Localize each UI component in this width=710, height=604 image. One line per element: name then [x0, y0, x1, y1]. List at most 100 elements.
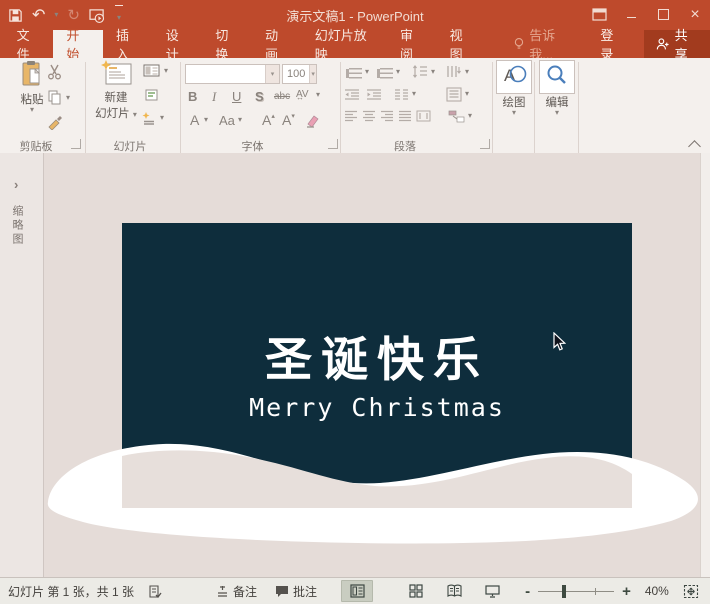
paragraph-dialog-launcher-icon[interactable]: [480, 139, 490, 149]
font-size-dropdown-icon[interactable]: ▾: [309, 65, 316, 83]
font-color-dropdown-icon[interactable]: ▾: [204, 117, 208, 123]
line-spacing-icon[interactable]: [412, 64, 428, 79]
justify-icon[interactable]: [398, 110, 412, 122]
zoom-out-button[interactable]: -: [525, 583, 530, 600]
slideshow-view-button[interactable]: [477, 581, 507, 601]
font-size-combobox[interactable]: 100 ▾: [282, 64, 317, 84]
columns-icon[interactable]: [394, 88, 409, 101]
font-color-button[interactable]: A: [190, 112, 199, 128]
normal-view-button[interactable]: [341, 580, 373, 602]
zoom-slider-center-tick: [595, 588, 596, 595]
tab-insert[interactable]: 插入: [103, 30, 153, 58]
grow-font-button[interactable]: A▴: [262, 112, 275, 128]
slide-indicator[interactable]: 幻灯片 第 1 张，共 1 张: [8, 583, 134, 600]
ribbon-tab-row: 文件 开始 插入 设计 切换 动画 幻灯片放映 审阅 视图 告诉我... 登录 …: [0, 30, 710, 58]
clipboard-dialog-launcher-icon[interactable]: [71, 139, 81, 149]
bold-button[interactable]: B: [188, 89, 197, 104]
drawing-icon: A: [499, 61, 529, 89]
copy-dropdown-icon[interactable]: ▾: [66, 95, 70, 101]
spellcheck-icon[interactable]: [148, 584, 162, 599]
slide-subtitle-text[interactable]: Merry Christmas: [122, 393, 632, 422]
tab-view[interactable]: 视图: [437, 30, 487, 58]
align-text-icon[interactable]: [446, 87, 462, 102]
bullets-dropdown-icon[interactable]: ▾: [365, 69, 369, 75]
zoom-level[interactable]: 40%: [645, 584, 669, 598]
strikethrough-button[interactable]: abc: [274, 91, 290, 102]
section-icon[interactable]: [142, 111, 156, 125]
zoom-slider-thumb[interactable]: [562, 585, 566, 598]
format-painter-icon[interactable]: [47, 114, 63, 130]
vertical-scrollbar[interactable]: [700, 153, 710, 577]
align-text-dropdown-icon[interactable]: ▾: [465, 91, 469, 97]
distribute-columns-icon[interactable]: [416, 110, 431, 122]
ribbon: 粘贴 ▾ ▾ 剪贴板 新建 幻灯片 ▾ ▾: [0, 58, 710, 154]
tab-slideshow[interactable]: 幻灯片放映: [302, 30, 387, 58]
share-button[interactable]: 共享: [644, 30, 710, 58]
drawing-button[interactable]: A 绘图 ▾: [494, 60, 534, 116]
close-button[interactable]: ×: [686, 6, 704, 24]
numbering-icon[interactable]: [376, 66, 393, 84]
text-direction-dropdown-icon[interactable]: ▾: [465, 69, 469, 75]
expand-pane-icon[interactable]: ›: [14, 177, 18, 192]
slide-layout-icon[interactable]: [143, 64, 160, 77]
customize-qat-icon[interactable]: ▾: [115, 5, 123, 25]
tab-home[interactable]: 开始: [53, 30, 103, 58]
ribbon-display-options-icon[interactable]: [592, 8, 608, 22]
slide-title-text[interactable]: 圣诞快乐: [122, 321, 632, 390]
maximize-button[interactable]: [654, 8, 672, 23]
undo-dropdown-icon[interactable]: ▾: [54, 12, 58, 18]
change-case-button[interactable]: Aa: [219, 113, 235, 128]
character-spacing-button[interactable]: AV ↔: [296, 89, 309, 99]
decrease-indent-icon[interactable]: [344, 88, 360, 101]
tab-animations[interactable]: 动画: [252, 30, 302, 58]
section-dropdown-icon[interactable]: ▾: [160, 115, 164, 121]
font-name-dropdown-icon[interactable]: ▾: [265, 65, 279, 83]
align-right-icon[interactable]: [380, 110, 394, 122]
minimize-button[interactable]: [622, 8, 640, 23]
smartart-convert-icon[interactable]: [448, 109, 465, 123]
copy-icon[interactable]: [48, 90, 62, 105]
columns-dropdown-icon[interactable]: ▾: [412, 91, 416, 97]
tab-design[interactable]: 设计: [153, 30, 203, 58]
align-left-icon[interactable]: [344, 110, 358, 122]
text-shadow-button[interactable]: S: [255, 89, 264, 104]
new-slide-button[interactable]: 新建 幻灯片 ▾: [90, 60, 142, 121]
save-icon[interactable]: [8, 8, 23, 23]
spacing-dropdown-icon[interactable]: ▾: [316, 92, 320, 98]
cut-icon[interactable]: [47, 64, 63, 80]
shrink-font-button[interactable]: A▾: [282, 112, 295, 128]
underline-button[interactable]: U: [232, 89, 241, 104]
increase-indent-icon[interactable]: [366, 88, 382, 101]
tab-file[interactable]: 文件: [4, 30, 54, 58]
change-case-dropdown-icon[interactable]: ▾: [238, 117, 242, 123]
numbering-dropdown-icon[interactable]: ▾: [396, 69, 400, 75]
text-direction-icon[interactable]: [446, 64, 462, 79]
align-center-icon[interactable]: [362, 110, 376, 122]
font-name-combobox[interactable]: ▾: [185, 64, 280, 84]
zoom-in-button[interactable]: +: [622, 583, 631, 600]
font-dialog-launcher-icon[interactable]: [328, 139, 338, 149]
reading-view-button[interactable]: [439, 581, 469, 601]
bullets-icon[interactable]: [345, 66, 362, 84]
tell-me-box[interactable]: 告诉我...: [504, 30, 584, 58]
comments-toggle[interactable]: 批注: [275, 583, 317, 600]
undo-button[interactable]: ↶: [32, 5, 45, 25]
tab-transitions[interactable]: 切换: [202, 30, 252, 58]
line-spacing-dropdown-icon[interactable]: ▾: [431, 69, 435, 75]
start-slideshow-icon[interactable]: [89, 8, 106, 23]
smartart-dropdown-icon[interactable]: ▾: [468, 113, 472, 119]
sign-in-button[interactable]: 登录: [588, 30, 636, 58]
notes-toggle[interactable]: 备注: [216, 583, 257, 600]
layout-dropdown-icon[interactable]: ▾: [164, 68, 168, 74]
tab-review[interactable]: 审阅: [387, 30, 437, 58]
reset-slide-icon[interactable]: [144, 88, 159, 102]
italic-button[interactable]: I: [212, 89, 216, 105]
slide-canvas[interactable]: 圣诞快乐 Merry Christmas: [122, 223, 632, 508]
fit-to-window-icon[interactable]: [683, 584, 699, 599]
clear-formatting-icon[interactable]: [305, 114, 320, 128]
comments-icon: [275, 585, 289, 598]
zoom-slider[interactable]: [538, 591, 614, 592]
slide-sorter-view-button[interactable]: [401, 581, 431, 601]
collapse-ribbon-icon[interactable]: [688, 140, 701, 153]
editing-button[interactable]: 编辑 ▾: [537, 60, 577, 116]
